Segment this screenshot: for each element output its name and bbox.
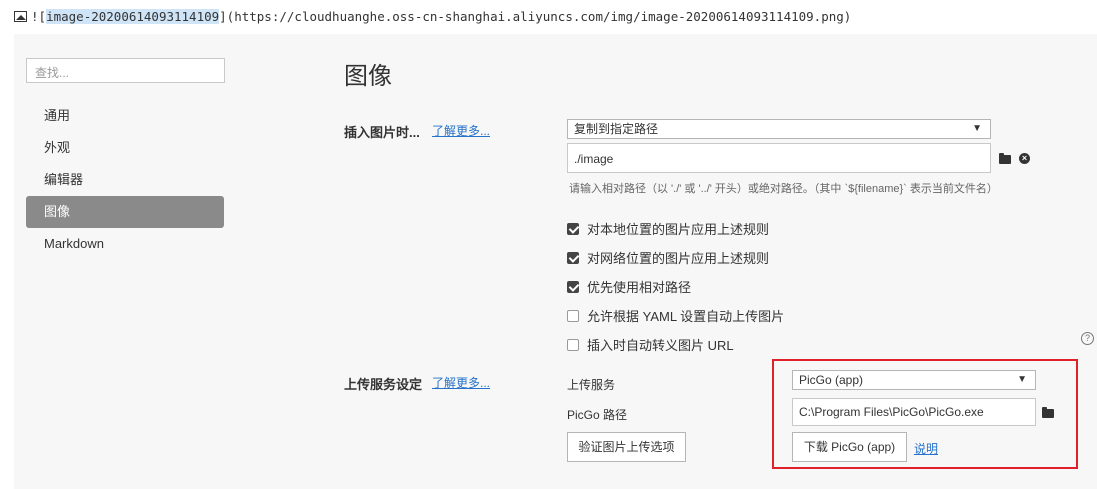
sidebar-item-image[interactable]: 图像 <box>26 196 224 228</box>
markdown-image-line: ![image-20200614093114109](https://cloud… <box>0 0 1097 34</box>
insert-learn-more-link[interactable]: 了解更多... <box>432 122 490 139</box>
upload-service-select[interactable]: PicGo (app) ▼ <box>792 370 1036 390</box>
sidebar-item-markdown[interactable]: Markdown <box>26 228 224 260</box>
sidebar-item-editor[interactable]: 编辑器 <box>26 164 224 196</box>
picgo-path-input[interactable]: C:\Program Files\PicGo\PicGo.exe <box>792 398 1036 426</box>
picgo-path-label: PicGo 路径 <box>567 408 628 422</box>
page-title: 图像 <box>344 63 392 90</box>
upload-learn-more-link[interactable]: 了解更多... <box>432 374 490 391</box>
checkbox-unchecked-icon[interactable] <box>567 339 579 351</box>
sidebar-nav: 通用 外观 编辑器 图像 Markdown <box>26 100 224 260</box>
checkbox-prefer-relative[interactable]: 优先使用相对路径 <box>567 277 691 296</box>
checkbox-label: 对本地位置的图片应用上述规则 <box>587 222 770 237</box>
sidebar-item-appearance[interactable]: 外观 <box>26 132 224 164</box>
checkbox-checked-icon[interactable] <box>567 281 579 293</box>
image-path-input[interactable]: ./image <box>567 143 991 173</box>
checkbox-checked-icon[interactable] <box>567 252 579 264</box>
image-icon <box>14 11 27 22</box>
explain-link[interactable]: 说明 <box>914 440 938 457</box>
folder-icon[interactable] <box>999 153 1011 164</box>
checkbox-unchecked-icon[interactable] <box>567 310 579 322</box>
sidebar: 查找... 通用 外观 编辑器 图像 Markdown <box>14 34 244 489</box>
dropdown-arrow-icon: ▼ <box>1017 374 1027 385</box>
insert-action-value: 复制到指定路径 <box>574 122 659 136</box>
preferences-panel: 查找... 通用 外观 编辑器 图像 Markdown 图像 插入图片时... … <box>14 34 1097 489</box>
folder-icon[interactable] <box>1042 407 1054 418</box>
clear-icon[interactable]: × <box>1019 153 1030 164</box>
download-picgo-button[interactable]: 下载 PicGo (app) <box>792 432 907 462</box>
image-syntax-prefix: ![ <box>31 9 47 24</box>
checkbox-apply-network[interactable]: 对网络位置的图片应用上述规则 <box>567 248 769 267</box>
checkbox-label: 对网络位置的图片应用上述规则 <box>587 251 770 266</box>
help-icon[interactable]: ? <box>1081 332 1094 345</box>
insert-action-select[interactable]: 复制到指定路径 ▼ <box>567 119 991 139</box>
checkbox-apply-local[interactable]: 对本地位置的图片应用上述规则 <box>567 219 769 238</box>
dropdown-arrow-icon: ▼ <box>972 123 982 134</box>
checkbox-label: 优先使用相对路径 <box>587 280 692 295</box>
upload-service-label: 上传服务 <box>567 378 616 392</box>
upload-service-value: PicGo (app) <box>799 373 864 387</box>
search-input[interactable]: 查找... <box>26 58 225 83</box>
sidebar-item-general[interactable]: 通用 <box>26 100 224 132</box>
checkbox-checked-icon[interactable] <box>567 223 579 235</box>
path-hint: 请输入相对路径（以 './' 或 '../' 开头）或绝对路径。（其中 `${f… <box>569 183 998 195</box>
checkbox-escape-url[interactable]: 插入时自动转义图片 URL <box>567 335 734 354</box>
checkbox-label: 插入时自动转义图片 URL <box>587 338 734 353</box>
checkbox-label: 允许根据 YAML 设置自动上传图片 <box>587 309 785 324</box>
validate-upload-button[interactable]: 验证图片上传选项 <box>567 432 686 462</box>
insert-image-label: 插入图片时... <box>344 125 420 140</box>
image-syntax-suffix: ](https://cloudhuanghe.oss-cn-shanghai.a… <box>219 9 852 24</box>
upload-service-section-label: 上传服务设定 <box>344 377 423 392</box>
checkbox-yaml-upload[interactable]: 允许根据 YAML 设置自动上传图片 <box>567 306 784 325</box>
image-alt-text[interactable]: image-20200614093114109 <box>46 9 220 24</box>
